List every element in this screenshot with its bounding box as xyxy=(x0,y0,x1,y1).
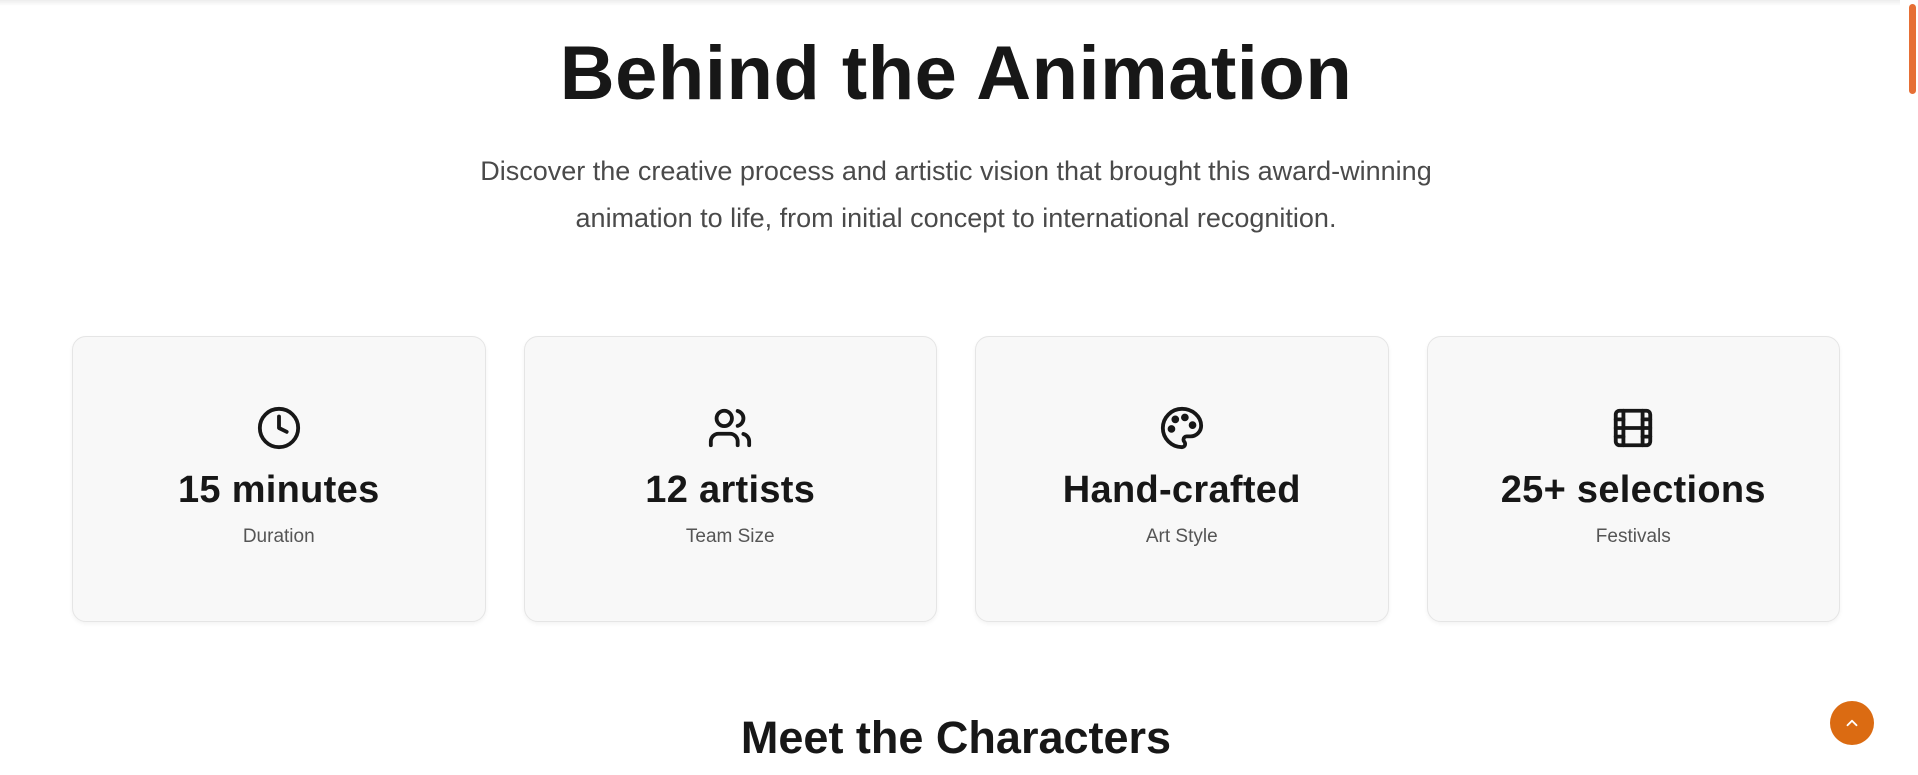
stat-label: Duration xyxy=(242,526,315,547)
back-to-top-button[interactable] xyxy=(1830,701,1874,745)
scrollbar[interactable] xyxy=(1906,0,1918,775)
users-icon xyxy=(707,405,753,451)
palette-icon xyxy=(1159,405,1205,451)
header-shadow xyxy=(0,0,1900,6)
stat-value: 12 artists xyxy=(645,469,816,511)
section-title: Behind the Animation xyxy=(559,31,1353,116)
stat-value: Hand-crafted xyxy=(1062,469,1301,511)
stat-label: Art Style xyxy=(1145,526,1218,547)
chevron-up-icon xyxy=(1843,714,1861,732)
film-icon xyxy=(1610,405,1656,451)
stat-card-festivals: 25+ selections Festivals xyxy=(1426,336,1840,622)
stat-label: Team Size xyxy=(685,526,775,547)
stat-card-art-style: Hand-crafted Art Style xyxy=(975,336,1389,622)
clock-icon xyxy=(256,405,302,451)
stats-grid: 15 minutes Duration 12 artists Team Size xyxy=(72,336,1840,622)
stat-label: Festivals xyxy=(1595,526,1671,547)
characters-section-title: Meet the Characters xyxy=(740,712,1172,763)
section-description: Discover the creative process and artist… xyxy=(480,156,1432,233)
scrollbar-thumb[interactable] xyxy=(1909,4,1916,94)
page: Behind the Animation Discover the creati… xyxy=(0,0,1918,775)
stat-card-team-size: 12 artists Team Size xyxy=(523,336,937,622)
stat-value: 15 minutes xyxy=(177,469,380,511)
stat-card-duration: 15 minutes Duration xyxy=(72,336,486,622)
stat-value: 25+ selections xyxy=(1500,469,1766,511)
